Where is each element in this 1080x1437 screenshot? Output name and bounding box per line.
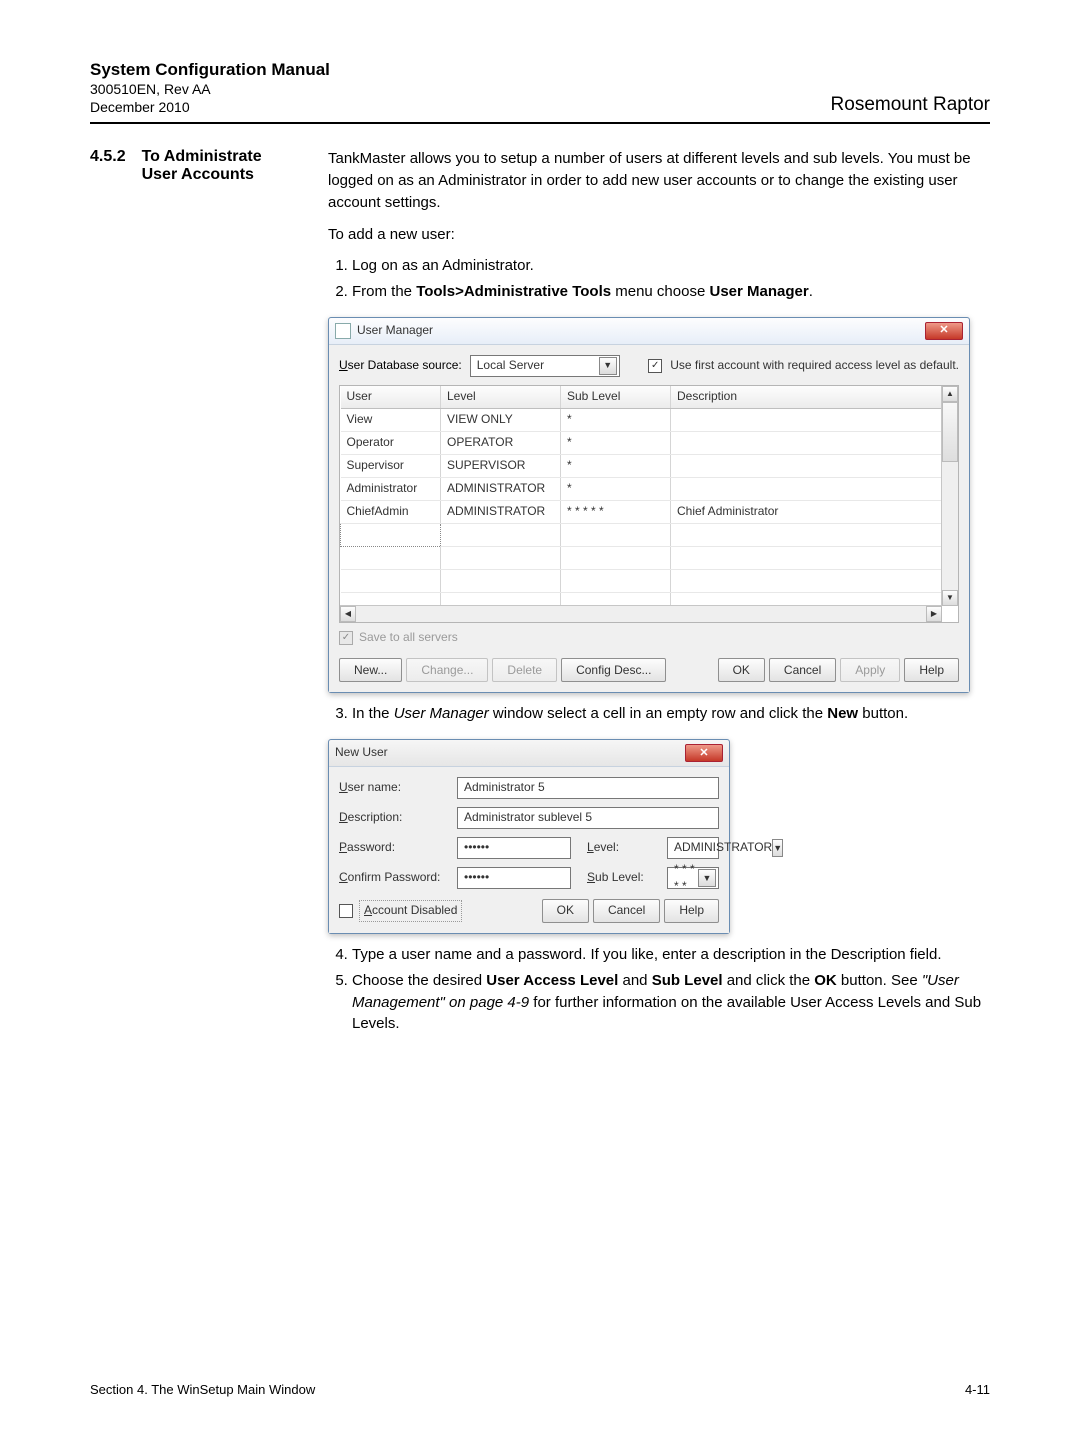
add-prompt: To add a new user: bbox=[328, 224, 990, 246]
ok-button[interactable]: OK bbox=[718, 658, 765, 682]
account-disabled-label: Account Disabled bbox=[359, 900, 462, 921]
username-label: User name: bbox=[339, 779, 449, 796]
section-title: To Administrate User Accounts bbox=[142, 148, 262, 1045]
chevron-down-icon[interactable]: ▼ bbox=[599, 357, 617, 375]
username-input[interactable]: Administrator 5 bbox=[457, 777, 719, 799]
delete-button: Delete bbox=[492, 658, 557, 682]
footer-section: Section 4. The WinSetup Main Window bbox=[90, 1382, 315, 1397]
section-number: 4.5.2 bbox=[90, 148, 126, 1045]
confirm-password-label: Confirm Password: bbox=[339, 869, 449, 886]
doc-date: December 2010 bbox=[90, 98, 330, 116]
col-description[interactable]: Description bbox=[671, 386, 942, 409]
password-label: Password: bbox=[339, 839, 449, 856]
table-row[interactable] bbox=[341, 523, 942, 546]
use-first-label: Use first account with required access l… bbox=[670, 357, 959, 374]
new-user-dialog: New User ✕ User name: Administrator 5 De… bbox=[328, 739, 730, 934]
save-all-checkbox: ✓ bbox=[339, 631, 353, 645]
sublevel-select[interactable]: * * * * * ▼ bbox=[667, 867, 719, 889]
brand-name: Rosemount Raptor bbox=[831, 94, 990, 116]
table-row[interactable] bbox=[341, 546, 942, 569]
close-button[interactable]: ✕ bbox=[685, 744, 723, 762]
table-row[interactable]: Operator OPERATOR * bbox=[341, 431, 942, 454]
section-title-l2: User Accounts bbox=[142, 166, 254, 183]
step-5: Choose the desired User Access Level and… bbox=[352, 970, 990, 1035]
col-level[interactable]: Level bbox=[441, 386, 561, 409]
step-4: Type a user name and a password. If you … bbox=[352, 944, 990, 966]
step-2: From the Tools>Administrative Tools menu… bbox=[352, 281, 990, 303]
chevron-down-icon[interactable]: ▼ bbox=[772, 839, 783, 857]
db-source-label: User Database source: bbox=[339, 357, 462, 374]
save-all-label: Save to all servers bbox=[359, 629, 458, 646]
page-number: 4-11 bbox=[965, 1382, 990, 1397]
table-row[interactable]: View VIEW ONLY * bbox=[341, 408, 942, 431]
new-button[interactable]: New... bbox=[339, 658, 402, 682]
intro-paragraph: TankMaster allows you to setup a number … bbox=[328, 148, 990, 213]
table-row[interactable]: Supervisor SUPERVISOR * bbox=[341, 454, 942, 477]
new-user-title: New User bbox=[335, 744, 685, 761]
doc-id: 300510EN, Rev AA bbox=[90, 80, 330, 98]
table-row[interactable]: ChiefAdmin ADMINISTRATOR * * * * * Chief… bbox=[341, 500, 942, 523]
description-input[interactable]: Administrator sublevel 5 bbox=[457, 807, 719, 829]
confirm-password-input[interactable]: •••••• bbox=[457, 867, 571, 889]
section-title-l1: To Administrate bbox=[142, 148, 262, 165]
header-rule bbox=[90, 122, 990, 124]
vertical-scrollbar[interactable]: ▲ ▼ bbox=[941, 386, 958, 606]
sublevel-label: Sub Level: bbox=[587, 869, 657, 886]
scroll-up-icon[interactable]: ▲ bbox=[942, 386, 958, 402]
cancel-button[interactable]: Cancel bbox=[769, 658, 836, 682]
scroll-down-icon[interactable]: ▼ bbox=[942, 590, 958, 606]
level-select[interactable]: ADMINISTRATOR ▼ bbox=[667, 837, 719, 859]
step-3: In the User Manager window select a cell… bbox=[352, 703, 990, 725]
scroll-left-icon[interactable]: ◀ bbox=[340, 606, 356, 622]
table-row[interactable] bbox=[341, 569, 942, 592]
chevron-down-icon[interactable]: ▼ bbox=[698, 869, 716, 887]
table-row[interactable]: Administrator ADMINISTRATOR * bbox=[341, 477, 942, 500]
change-button: Change... bbox=[406, 658, 488, 682]
window-title: User Manager bbox=[357, 322, 925, 339]
scroll-right-icon[interactable]: ▶ bbox=[926, 606, 942, 622]
step-1: Log on as an Administrator. bbox=[352, 255, 990, 277]
user-manager-dialog: User Manager ✕ User Database source: Loc… bbox=[328, 317, 970, 693]
close-button[interactable]: ✕ bbox=[925, 322, 963, 340]
db-source-select[interactable]: Local Server ▼ bbox=[470, 355, 620, 377]
description-label: Description: bbox=[339, 809, 449, 826]
cancel-button[interactable]: Cancel bbox=[593, 899, 660, 923]
config-desc-button[interactable]: Config Desc... bbox=[561, 658, 666, 682]
col-user[interactable]: User bbox=[341, 386, 441, 409]
doc-title: System Configuration Manual bbox=[90, 60, 330, 80]
window-icon bbox=[335, 323, 351, 339]
account-disabled-checkbox[interactable] bbox=[339, 904, 353, 918]
help-button[interactable]: Help bbox=[904, 658, 959, 682]
horizontal-scrollbar[interactable]: ◀ ▶ bbox=[340, 605, 942, 622]
ok-button[interactable]: OK bbox=[542, 899, 589, 923]
help-button[interactable]: Help bbox=[664, 899, 719, 923]
db-source-value: Local Server bbox=[477, 357, 599, 374]
use-first-checkbox[interactable]: ✓ bbox=[648, 359, 662, 373]
password-input[interactable]: •••••• bbox=[457, 837, 571, 859]
col-sublevel[interactable]: Sub Level bbox=[561, 386, 671, 409]
level-label: Level: bbox=[587, 839, 657, 856]
users-table[interactable]: User Level Sub Level Description View VI… bbox=[339, 385, 959, 623]
apply-button: Apply bbox=[840, 658, 900, 682]
